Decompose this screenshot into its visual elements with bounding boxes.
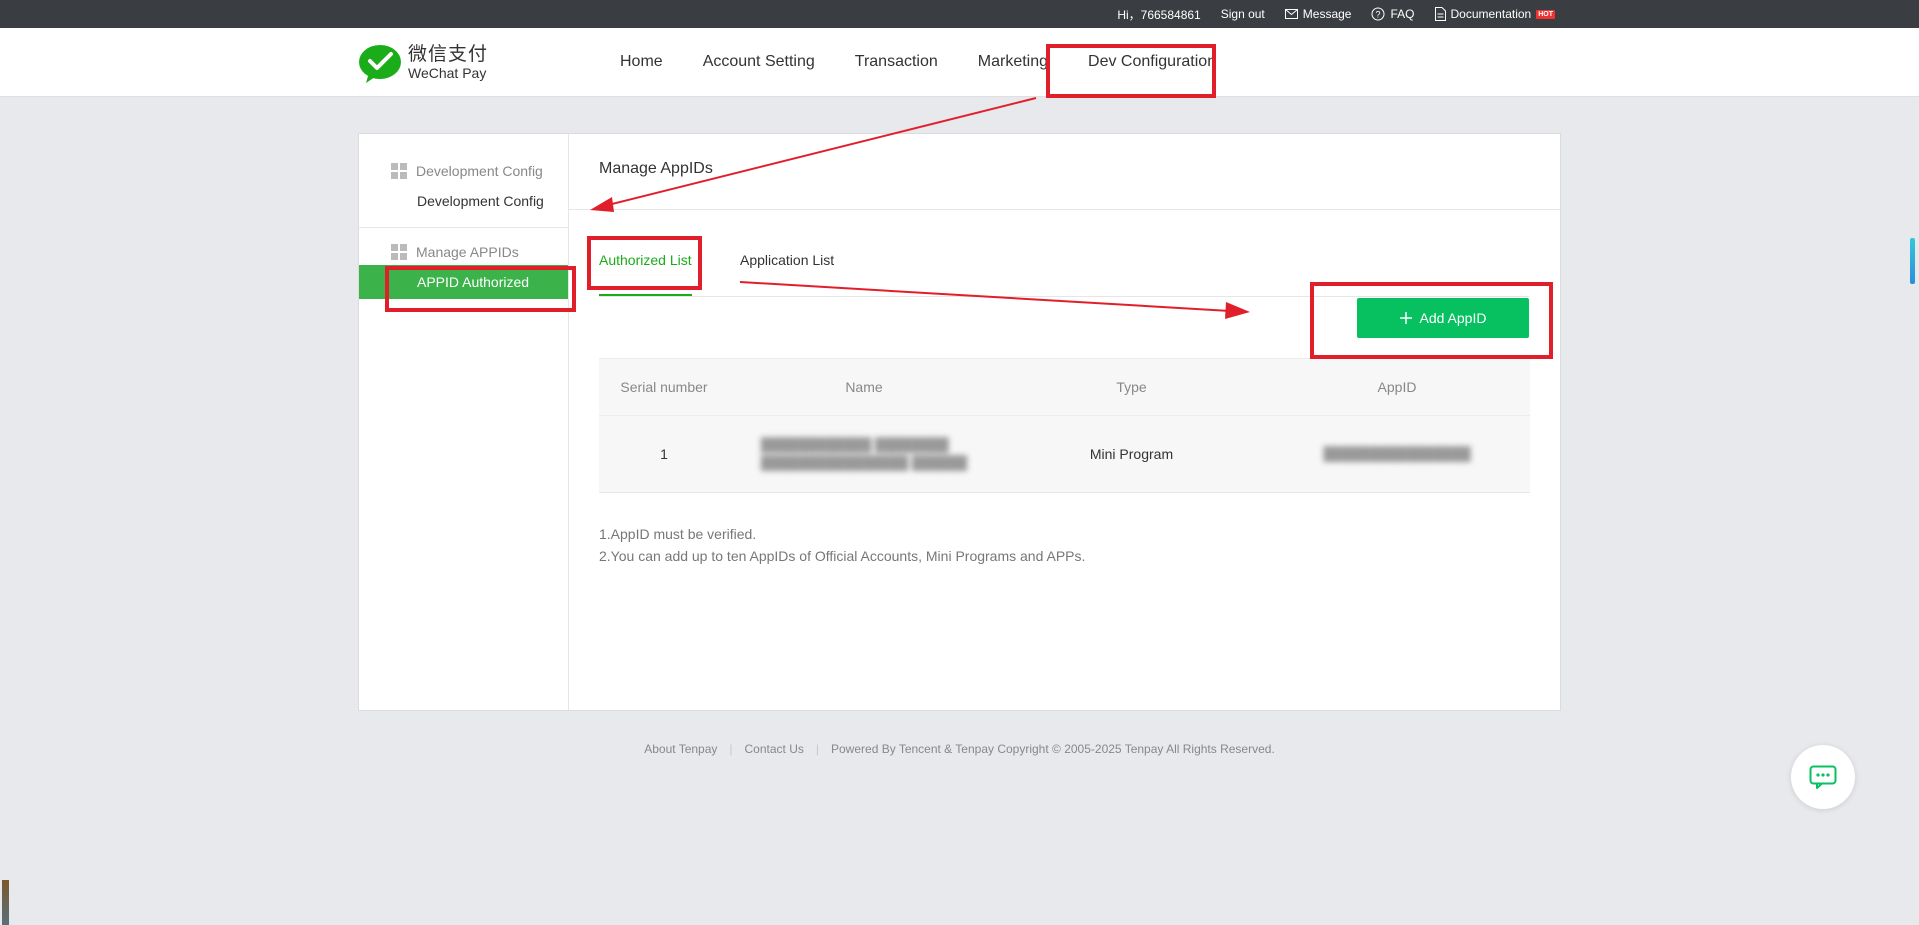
page-title: Manage AppIDs [599, 160, 713, 177]
documentation-label: Documentation [1450, 7, 1532, 21]
sidebar-item-appid-authorized[interactable]: APPID Authorized [359, 265, 568, 299]
tab-bar: Authorized List Application List [599, 252, 1529, 297]
nav-marketing[interactable]: Marketing [958, 28, 1068, 96]
tab-application-list[interactable]: Application List [740, 252, 834, 296]
documentation-link[interactable]: Documentation HOT [1434, 7, 1555, 21]
faq-link[interactable]: ? FAQ [1371, 7, 1415, 21]
cell-appid-value: ████████████████ [1323, 446, 1471, 461]
appid-table: Serial number Name Type AppID 1 ████████… [599, 358, 1530, 493]
cell-appid: ████████████████ [1264, 445, 1530, 463]
sidebar-divider [359, 227, 568, 228]
main-header: 微信支付 WeChat Pay Home Account Setting Tra… [0, 28, 1919, 97]
sidebar-group-manage-appids: Manage APPIDs [391, 242, 519, 262]
greeting-text: Hi，766584861 [1117, 7, 1201, 22]
scroll-indicator[interactable] [1910, 238, 1915, 284]
message-label: Message [1302, 7, 1352, 21]
add-appid-label: Add AppID [1419, 310, 1487, 326]
add-appid-button[interactable]: Add AppID [1357, 298, 1529, 338]
sidebar-group-label: Manage APPIDs [416, 244, 519, 260]
nav-transaction[interactable]: Transaction [835, 28, 958, 96]
header-name: Name [845, 379, 883, 395]
footer: About Tenpay | Contact Us | Powered By Tence… [644, 742, 1275, 756]
document-icon [1434, 7, 1446, 21]
cell-name-line1: ████████████ ████████ [760, 437, 949, 452]
faq-label: FAQ [1390, 7, 1415, 21]
cell-name: ████████████ ████████ ████████████████ █… [729, 436, 999, 472]
nav-dev-configuration[interactable]: Dev Configuration [1068, 28, 1236, 96]
sign-out-link[interactable]: Sign out [1221, 7, 1265, 21]
top-bar: Hi，766584861 Sign out Message ? FAQ Docu… [0, 0, 1919, 28]
table-row: 1 ████████████ ████████ ████████████████… [599, 415, 1530, 493]
logo-chinese-text: 微信支付 [408, 44, 489, 65]
question-circle-icon: ? [1371, 7, 1385, 21]
header-type: Type [1116, 379, 1147, 395]
cell-serial: 1 [660, 446, 668, 462]
corner-marker [2, 880, 9, 925]
note-1: 1.AppID must be verified. [599, 526, 757, 542]
note-2: 2.You can add up to ten AppIDs of Offici… [599, 548, 1086, 564]
chat-bubble-icon [1809, 765, 1837, 789]
tab-authorized-list[interactable]: Authorized List [599, 252, 692, 296]
sidebar-group-label: Development Config [416, 163, 543, 179]
hot-badge: HOT [1536, 9, 1555, 19]
footer-about-link[interactable]: About Tenpay [644, 742, 717, 756]
logo-english-text: WeChat Pay [408, 65, 487, 81]
content-area: Manage AppIDs Authorized List Applicatio… [569, 134, 1560, 710]
wechat-pay-logo-icon [358, 44, 402, 84]
header-appid: AppID [1377, 379, 1417, 395]
sidebar-group-development-config: Development Config [391, 161, 543, 181]
table-header: Serial number Name Type AppID [599, 358, 1530, 415]
grid-icon [391, 244, 407, 260]
main-panel: Development Config Development Config Ma… [358, 133, 1561, 711]
chat-button[interactable] [1791, 745, 1855, 809]
cell-name-line2: ████████████████ ██████ [760, 455, 968, 470]
notes: 1.AppID must be verified. 2.You can add … [599, 523, 1085, 567]
envelope-icon [1284, 9, 1298, 19]
svg-text:?: ? [1376, 10, 1381, 20]
title-divider [569, 209, 1560, 210]
sidebar-item-development-config[interactable]: Development Config [359, 184, 568, 218]
nav-account-setting[interactable]: Account Setting [683, 28, 835, 96]
wechat-pay-logo[interactable]: 微信支付 WeChat Pay [358, 44, 488, 84]
sidebar: Development Config Development Config Ma… [359, 134, 569, 710]
message-link[interactable]: Message [1284, 7, 1352, 21]
header-serial-number: Serial number [620, 379, 708, 395]
footer-contact-link[interactable]: Contact Us [745, 742, 804, 756]
grid-icon [391, 163, 407, 179]
nav-home[interactable]: Home [600, 28, 683, 96]
main-nav: Home Account Setting Transaction Marketi… [600, 28, 1236, 96]
footer-copyright: Powered By Tencent & Tenpay Copyright © … [831, 742, 1275, 756]
cell-type: Mini Program [1089, 446, 1174, 462]
plus-icon [1399, 312, 1412, 324]
